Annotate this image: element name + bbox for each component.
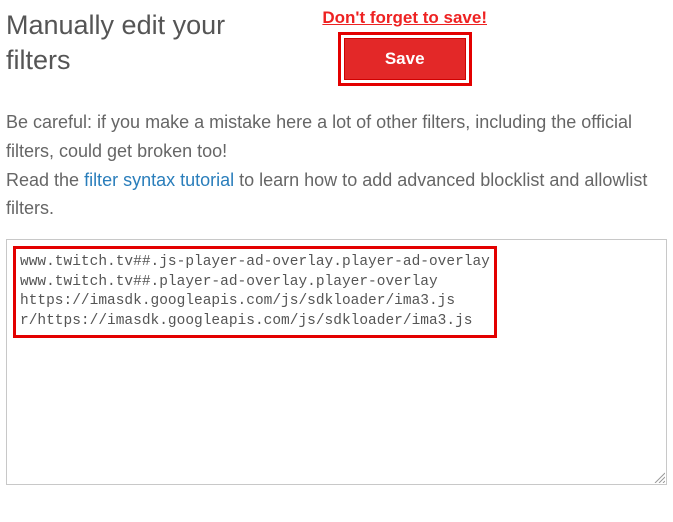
resize-handle-icon (653, 471, 665, 483)
syntax-tutorial-link[interactable]: filter syntax tutorial (84, 170, 234, 190)
page-title: Manually edit your filters (6, 8, 256, 78)
save-reminder: Don't forget to save! (322, 8, 487, 28)
warning-line1: Be careful: if you make a mistake here a… (6, 112, 632, 161)
warning-text: Be careful: if you make a mistake here a… (6, 108, 667, 223)
filters-highlight: www.twitch.tv##.js-player-ad-overlay.pla… (13, 246, 497, 338)
save-area: Don't forget to save! Save (322, 8, 487, 86)
filters-text[interactable]: www.twitch.tv##.js-player-ad-overlay.pla… (20, 253, 490, 331)
save-button[interactable]: Save (344, 38, 466, 80)
save-button-highlight: Save (338, 32, 472, 86)
warning-read: Read the (6, 170, 84, 190)
filters-editor[interactable]: www.twitch.tv##.js-player-ad-overlay.pla… (6, 239, 667, 485)
header-row: Manually edit your filters Don't forget … (6, 8, 667, 86)
